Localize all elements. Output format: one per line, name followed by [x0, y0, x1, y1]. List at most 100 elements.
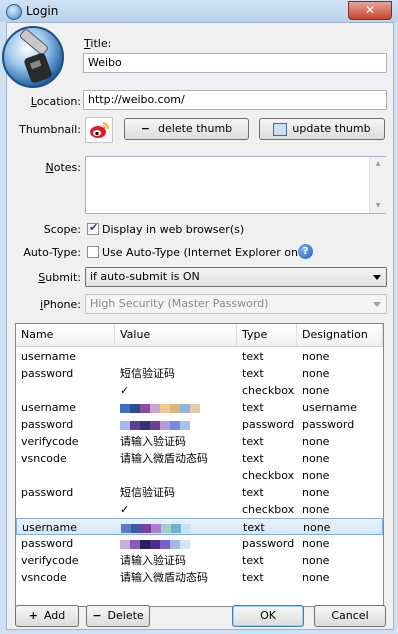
cell-value — [115, 348, 242, 365]
redacted-value — [121, 521, 191, 534]
title-input[interactable]: Weibo — [83, 53, 387, 73]
iphone-select[interactable]: High Security (Master Password) — [85, 294, 387, 314]
column-header-value[interactable]: Value — [115, 324, 237, 346]
submit-select[interactable]: if auto-submit is ON — [85, 267, 387, 287]
plus-icon: + — [28, 609, 38, 622]
notes-textarea[interactable] — [85, 156, 386, 214]
cell-type: checkbox — [242, 469, 295, 482]
keychain-icon — [1, 15, 71, 95]
cell-designation: none — [302, 367, 330, 380]
cell-designation: none — [302, 469, 330, 482]
cell-name: username — [21, 350, 76, 363]
cell-designation: none — [302, 435, 330, 448]
cell-designation: none — [302, 503, 330, 516]
help-icon[interactable]: ? — [298, 244, 313, 259]
login-dialog: Title: Weibo Location: http://weibo.com/… — [2, 22, 394, 630]
chevron-down-icon — [373, 275, 381, 280]
cell-type: password — [242, 418, 295, 431]
screenshot-icon — [273, 122, 288, 136]
column-header-designation[interactable]: Designation — [297, 324, 383, 346]
scope-label: Scope: — [43, 223, 81, 236]
delete-button[interactable]: − Delete — [86, 605, 150, 627]
scroll-up-icon[interactable]: ▲ — [370, 157, 386, 171]
cell-name: verifycode — [21, 435, 79, 448]
cell-value: 请输入验证码 — [120, 435, 186, 448]
column-header-type[interactable]: Type — [237, 324, 297, 346]
cell-name: vsncode — [21, 571, 67, 584]
table-row[interactable]: username text username — [16, 399, 383, 416]
table-row[interactable]: vsncode 请输入微盾动态码 text none — [16, 569, 383, 586]
cell-name: username — [21, 401, 76, 414]
ok-button[interactable]: OK — [232, 605, 304, 627]
cell-name: password — [21, 367, 74, 380]
redacted-value — [120, 537, 190, 550]
cell-value: 短信验证码 — [120, 486, 175, 499]
table-row[interactable]: vsncode 请输入微盾动态码 text none — [16, 450, 383, 467]
cell-type: text — [242, 435, 264, 448]
table-row[interactable]: username text none — [16, 348, 383, 365]
minus-icon: − — [140, 122, 151, 135]
scope-checkbox[interactable]: ✔ — [87, 221, 99, 235]
redacted-value — [120, 418, 190, 431]
cell-name: password — [21, 537, 74, 550]
cell-type: text — [242, 486, 264, 499]
thumbnail-label: Thumbnail: — [19, 123, 81, 136]
scope-checkbox-label: Display in web browser(s) — [102, 223, 245, 236]
cell-type: text — [242, 401, 264, 414]
cell-value — [115, 535, 242, 552]
column-header-name[interactable]: Name — [16, 324, 115, 346]
autotype-label: Auto-Type: — [23, 246, 81, 259]
cell-name — [16, 501, 120, 518]
cell-value — [115, 467, 242, 484]
cell-type: text — [243, 521, 265, 534]
chevron-down-icon — [373, 302, 381, 307]
delete-thumb-button[interactable]: − delete thumb — [124, 118, 249, 140]
cell-name: verifycode — [21, 554, 79, 567]
cell-name: username — [22, 521, 77, 534]
cell-type: text — [242, 554, 264, 567]
update-thumb-button[interactable]: update thumb — [259, 118, 385, 140]
table-row[interactable]: verifycode 请输入验证码 text none — [16, 552, 383, 569]
cell-name: vsncode — [21, 452, 67, 465]
cell-type: text — [242, 452, 264, 465]
cell-value: 请输入微盾动态码 — [120, 571, 208, 584]
cell-type: text — [242, 571, 264, 584]
cell-value: 请输入微盾动态码 — [120, 452, 208, 465]
table-row[interactable]: checkbox none — [16, 467, 383, 484]
scroll-down-icon[interactable]: ▼ — [370, 199, 386, 213]
notes-scrollbar[interactable]: ▲ ▼ — [369, 157, 386, 213]
close-button[interactable]: ✕ — [348, 1, 392, 20]
minus-icon: − — [92, 609, 102, 622]
table-row[interactable]: password 短信验证码 text none — [16, 365, 383, 382]
cell-type: text — [242, 367, 264, 380]
cell-value: 短信验证码 — [120, 367, 175, 380]
table-row[interactable]: password password none — [16, 535, 383, 552]
cell-type: text — [242, 350, 264, 363]
table-row[interactable]: ✓ checkbox none — [16, 501, 383, 518]
table-row[interactable]: verifycode 请输入验证码 text none — [16, 433, 383, 450]
fields-table[interactable]: Name Value Type Designation username text… — [15, 323, 384, 607]
table-row[interactable]: ✓ checkbox none — [16, 382, 383, 399]
table-row[interactable]: username text none — [16, 518, 383, 535]
checkmark-icon: ✔ — [89, 221, 99, 234]
table-header: Name Value Type Designation — [16, 324, 383, 347]
title-label: Title: — [84, 37, 112, 50]
notes-label: Notes: — [45, 161, 81, 174]
table-row[interactable]: password 短信验证码 text none — [16, 484, 383, 501]
add-button[interactable]: + Add — [15, 605, 79, 627]
cancel-button[interactable]: Cancel — [314, 605, 386, 627]
cell-value: 请输入验证码 — [120, 554, 186, 567]
table-row[interactable]: password password password — [16, 416, 383, 433]
cell-name: password — [21, 486, 74, 499]
cell-designation: none — [302, 384, 330, 397]
cell-designation: none — [302, 486, 330, 499]
autotype-checkbox[interactable] — [87, 246, 99, 258]
cell-value: ✓ — [120, 384, 130, 397]
cell-type: checkbox — [242, 503, 295, 516]
cell-designation: none — [302, 571, 330, 584]
location-input[interactable]: http://weibo.com/ — [83, 90, 387, 110]
cell-designation: none — [302, 350, 330, 363]
weibo-thumbnail-icon — [85, 117, 113, 143]
cell-designation: none — [303, 521, 331, 534]
autotype-checkbox-label: Use Auto-Type (Internet Explorer only) — [102, 246, 312, 259]
